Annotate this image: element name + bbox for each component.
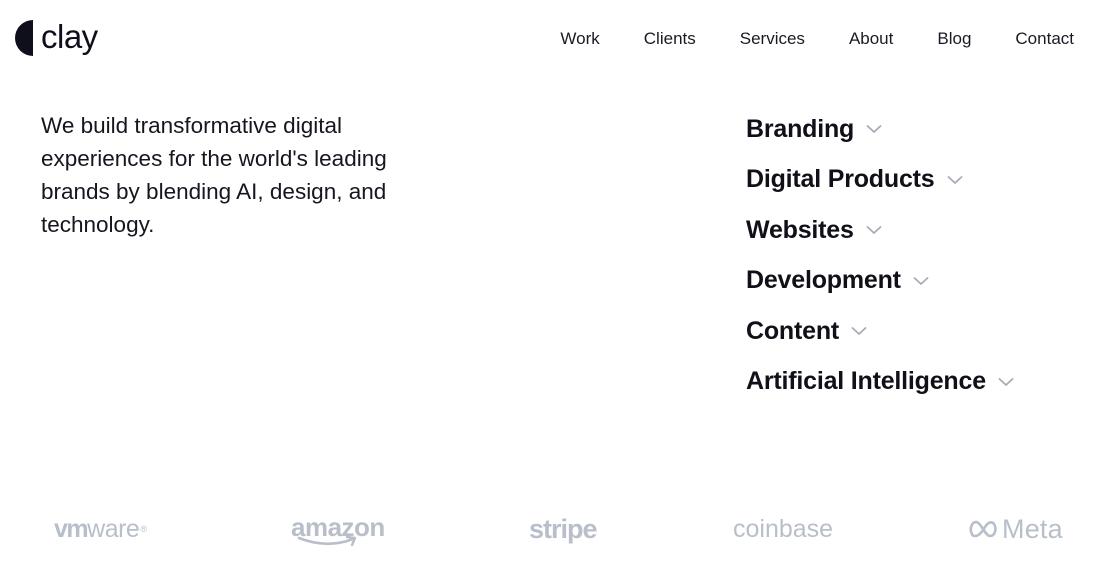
service-label: Development — [746, 266, 901, 295]
service-label: Websites — [746, 215, 854, 244]
nav-clients[interactable]: Clients — [644, 29, 696, 49]
services-accordion: Branding Digital Products Websites Devel… — [746, 104, 1014, 407]
service-label: Artificial Intelligence — [746, 367, 986, 396]
main-nav: Work Clients Services About Blog Contact — [560, 29, 1074, 49]
intro-paragraph: We build transformative digital experien… — [41, 113, 387, 237]
chevron-down-icon — [913, 276, 929, 286]
coinbase-logo: coinbase — [733, 514, 834, 543]
logo-text: clay — [41, 18, 98, 55]
chevron-down-icon — [851, 326, 867, 336]
stripe-logo: stripe — [529, 513, 598, 544]
nav-contact[interactable]: Contact — [1015, 29, 1074, 49]
clay-logo-icon — [15, 20, 33, 56]
clay-logo[interactable]: clay — [15, 18, 98, 56]
site-header: clay Work Clients Services About Blog Co… — [0, 0, 1116, 78]
service-digital-products[interactable]: Digital Products — [746, 155, 1014, 206]
chevron-down-icon — [998, 377, 1014, 387]
nav-about[interactable]: About — [849, 29, 893, 49]
client-logos: vm ware ® amazon stripe coinbase Meta — [0, 505, 1116, 555]
chevron-down-icon — [947, 175, 963, 185]
meta-logo: Meta — [968, 505, 1063, 553]
nav-work[interactable]: Work — [560, 29, 599, 49]
amazon-smile-icon — [297, 535, 357, 546]
service-label: Content — [746, 316, 840, 345]
service-label: Digital Products — [746, 165, 935, 194]
service-websites[interactable]: Websites — [746, 205, 1014, 256]
chevron-down-icon — [866, 225, 882, 235]
service-development[interactable]: Development — [746, 256, 1014, 307]
amazon-logo: amazon — [291, 505, 385, 553]
nav-services[interactable]: Services — [740, 29, 805, 49]
service-label: Branding — [746, 114, 855, 143]
service-branding[interactable]: Branding — [746, 104, 1014, 155]
nav-blog[interactable]: Blog — [937, 29, 971, 49]
service-artificial-intelligence[interactable]: Artificial Intelligence — [746, 357, 1014, 408]
chevron-down-icon — [866, 124, 882, 134]
service-content[interactable]: Content — [746, 306, 1014, 357]
vmware-logo: vm ware ® — [54, 514, 147, 543]
meta-infinity-icon — [969, 520, 997, 538]
